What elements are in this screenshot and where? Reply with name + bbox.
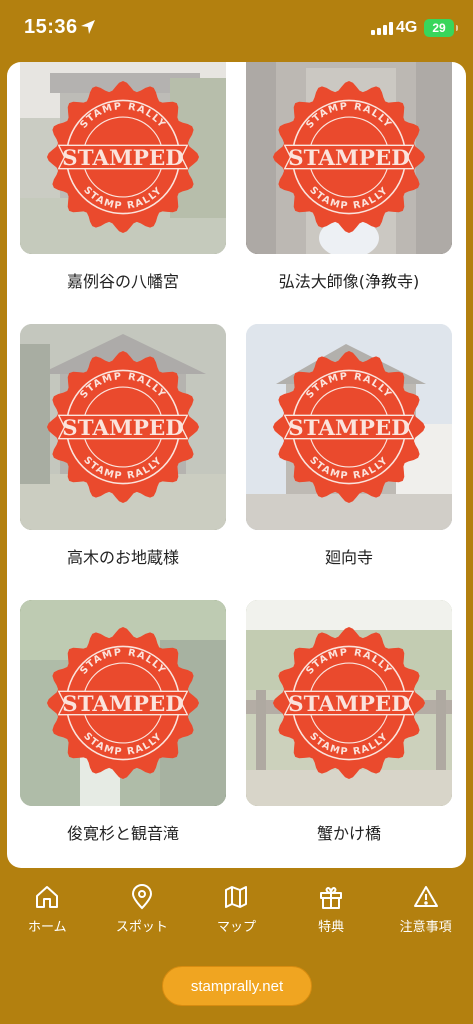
stamp-list-panel: STAMP RALLY STAMP RALLY STAMPED 嘉例谷の八幡宮 ST… (7, 62, 466, 868)
spot-card[interactable]: STAMP RALLY STAMP RALLY STAMPED 弘法大師像(浄教寺) (246, 62, 452, 324)
spot-card[interactable]: STAMP RALLY STAMP RALLY STAMPED 廻向寺 (246, 324, 452, 600)
battery-indicator: 29 (424, 19, 458, 37)
status-time: 15:36 (24, 16, 78, 38)
nav-label: マップ (216, 920, 256, 935)
spot-name[interactable]: 俊寛杉と観音滝 (20, 820, 226, 844)
stamp-main-text: STAMPED (288, 146, 410, 171)
spot-name[interactable]: 嘉例谷の八幡宮 (20, 268, 226, 292)
nav-label: 特典 (318, 920, 345, 935)
spot-thumbnail[interactable]: STAMP RALLY STAMP RALLY STAMPED (20, 324, 226, 530)
gift-icon (320, 887, 343, 909)
stamp-main-text: STAMPED (288, 692, 410, 717)
stamped-badge: STAMP RALLYSTAMP RALLYSTAMPED (272, 626, 426, 780)
stamp-main-text: STAMPED (288, 416, 410, 441)
stamped-badge: STAMP RALLYSTAMP RALLYSTAMPED (46, 626, 200, 780)
battery-level: 29 (432, 21, 446, 35)
spot-thumbnail[interactable]: STAMP RALLY STAMP RALLY STAMPED (246, 324, 452, 530)
spot-name[interactable]: 廻向寺 (246, 544, 452, 568)
nav-notice[interactable]: 注意事項 (379, 878, 473, 948)
bottom-nav: ホーム スポット マップ 特典 注意事項 (0, 878, 473, 948)
website-link-button[interactable]: stamprally.net (162, 966, 312, 1006)
spot-thumbnail[interactable]: STAMP RALLY STAMP RALLY STAMPED (246, 600, 452, 806)
status-bar: 15:36 4G 29 (0, 0, 473, 58)
spot-card[interactable]: STAMP RALLY STAMP RALLY STAMPED 俊寛杉と観音滝 (20, 600, 226, 868)
spot-thumbnail[interactable]: STAMP RALLY STAMP RALLY STAMPED (20, 62, 226, 254)
spot-name[interactable]: 弘法大師像(浄教寺) (246, 268, 452, 292)
spot-thumbnail[interactable]: STAMP RALLY STAMP RALLY STAMPED (20, 600, 226, 806)
map-pin-icon (131, 884, 152, 910)
stamp-grid: STAMP RALLY STAMP RALLY STAMPED 嘉例谷の八幡宮 ST… (20, 62, 456, 868)
nav-label: スポット (115, 920, 168, 935)
home-icon (36, 886, 59, 908)
spot-thumbnail[interactable]: STAMP RALLY STAMP RALLY STAMPED (246, 62, 452, 254)
location-arrow-icon (81, 20, 95, 34)
nav-benefit[interactable]: 特典 (284, 878, 378, 948)
spot-name[interactable]: 高木のお地蔵様 (20, 544, 226, 568)
spot-card[interactable]: STAMP RALLY STAMP RALLY STAMPED 蟹かけ橋 (246, 600, 452, 868)
nav-label: ホーム (27, 920, 67, 935)
spot-card[interactable]: STAMP RALLY STAMP RALLY STAMPED 高木のお地蔵様 (20, 324, 226, 600)
stamped-badge: STAMP RALLYSTAMP RALLYSTAMPED (272, 350, 426, 504)
signal-bars-icon (371, 22, 393, 35)
stamp-main-text: STAMPED (62, 692, 184, 717)
nav-spot[interactable]: スポット (95, 878, 189, 948)
spot-card[interactable]: STAMP RALLY STAMP RALLY STAMPED 嘉例谷の八幡宮 (20, 62, 226, 324)
map-icon (225, 886, 248, 908)
stamped-badge: STAMP RALLYSTAMP RALLYSTAMPED (46, 80, 200, 234)
stamp-main-text: STAMPED (62, 416, 184, 441)
nav-label: 注意事項 (399, 920, 452, 935)
spot-name[interactable]: 蟹かけ橋 (246, 820, 452, 844)
nav-map[interactable]: マップ (189, 878, 283, 948)
stamped-badge: STAMP RALLYSTAMP RALLYSTAMPED (46, 350, 200, 504)
nav-home[interactable]: ホーム (0, 878, 94, 948)
network-type: 4G (396, 19, 418, 36)
stamped-badge: STAMP RALLYSTAMP RALLYSTAMPED (272, 80, 426, 234)
stamp-main-text: STAMPED (62, 146, 184, 171)
warning-icon (413, 886, 438, 907)
